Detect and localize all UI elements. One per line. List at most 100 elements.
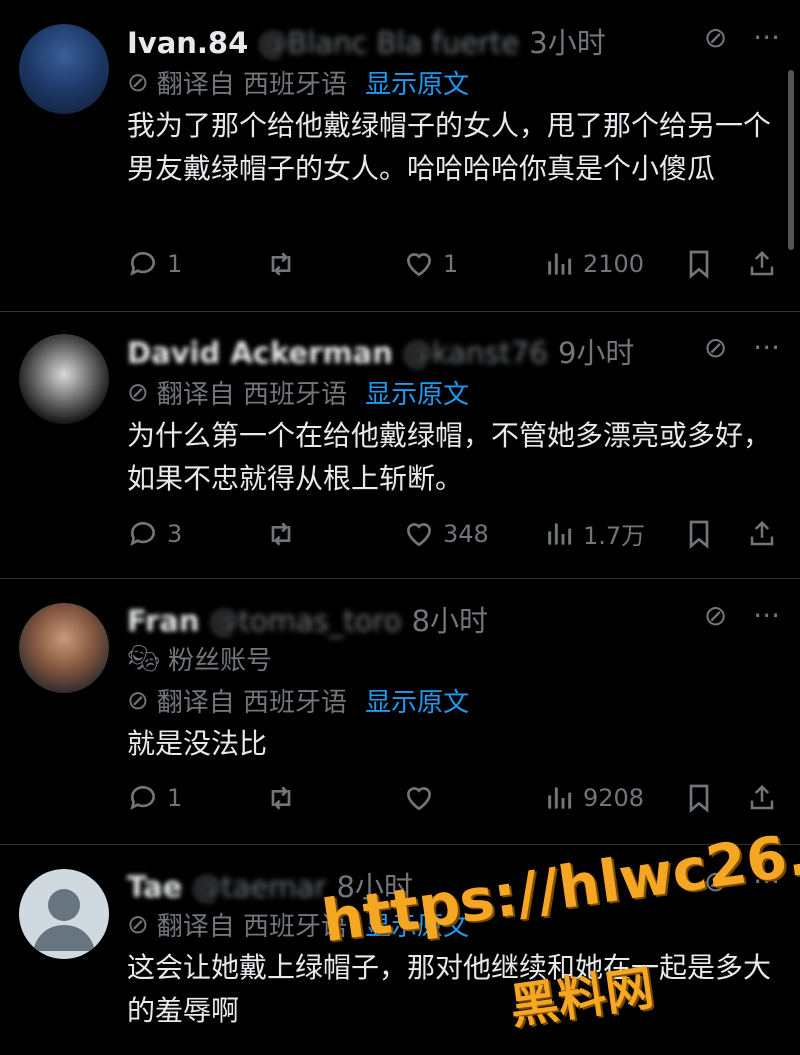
mask-icon: 🎭︎ bbox=[127, 643, 161, 674]
show-original-link[interactable]: 显示原文 bbox=[365, 374, 469, 411]
view-count: 2100 bbox=[583, 250, 645, 278]
retweet-button[interactable] bbox=[265, 248, 403, 280]
fan-account-badge: 🎭︎ 粉丝账号 bbox=[127, 640, 272, 677]
fan-account-label: 粉丝账号 bbox=[168, 646, 273, 676]
post-top-icons: ⊘ ··· bbox=[704, 24, 780, 52]
action-bar: 1 1 2100 bbox=[127, 248, 777, 280]
share-icon bbox=[750, 250, 774, 276]
avatar[interactable] bbox=[19, 334, 109, 424]
retweet-icon bbox=[271, 521, 291, 546]
like-count: 1 bbox=[443, 250, 459, 278]
heart-icon bbox=[406, 522, 432, 546]
post-header: David Ackerman @kanst76 9小时 bbox=[127, 330, 634, 372]
retweet-button[interactable] bbox=[265, 782, 403, 814]
reply-count: 3 bbox=[167, 519, 183, 548]
watermark-url: https://hlwc26.com bbox=[318, 801, 800, 956]
views-button[interactable]: 2100 bbox=[543, 248, 683, 280]
share-icon bbox=[750, 784, 774, 810]
retweet-button[interactable] bbox=[265, 518, 403, 550]
translation-note: ⊘ 翻译自 西班牙语 显示原文 bbox=[127, 682, 469, 719]
bookmark-icon bbox=[689, 784, 709, 813]
author-handle: @kanst76 bbox=[403, 336, 548, 370]
more-dots-icon[interactable]: ··· bbox=[753, 24, 780, 52]
translated-label: 翻译自 西班牙语 bbox=[156, 70, 348, 100]
bookmark-button[interactable] bbox=[683, 518, 747, 550]
post-top-icons: ⊘ ··· bbox=[704, 334, 780, 362]
timestamp[interactable]: 8小时 bbox=[412, 604, 488, 638]
slashed-circle-icon[interactable]: ⊘ bbox=[704, 334, 727, 362]
share-button[interactable] bbox=[747, 518, 777, 550]
avatar[interactable] bbox=[19, 603, 109, 693]
translated-label: 翻译自 西班牙语 bbox=[156, 912, 348, 942]
views-icon bbox=[548, 522, 572, 545]
post-header: Fran @tomas_toro 8小时 bbox=[127, 598, 488, 640]
divider bbox=[0, 311, 800, 312]
heart-icon bbox=[406, 787, 432, 811]
timestamp[interactable]: 9小时 bbox=[558, 336, 634, 370]
slashed-circle-icon[interactable]: ⊘ bbox=[704, 24, 727, 52]
translate-icon: ⊘ bbox=[127, 67, 149, 98]
share-button[interactable] bbox=[747, 248, 777, 280]
default-avatar[interactable] bbox=[19, 869, 109, 959]
view-count: 1.7万 bbox=[583, 522, 646, 550]
post-text: 这会让她戴上绿帽子，那对他继续和她在一起是多大的羞辱啊 bbox=[127, 951, 772, 1027]
reply-icon bbox=[130, 785, 155, 810]
author-name[interactable]: Ivan.84 bbox=[127, 26, 248, 60]
translate-icon: ⊘ bbox=[127, 377, 149, 408]
author-name[interactable]: Fran bbox=[127, 604, 199, 638]
more-dots-icon[interactable]: ··· bbox=[753, 334, 780, 362]
reply-count: 1 bbox=[167, 784, 183, 812]
divider bbox=[0, 578, 800, 579]
post-text: 我为了那个给他戴绿帽子的女人，甩了那个给另一个男友戴绿帽子的女人。哈哈哈哈你真是… bbox=[127, 109, 772, 185]
views-button[interactable]: 9208 bbox=[543, 782, 683, 814]
share-button[interactable] bbox=[747, 782, 777, 814]
like-button[interactable]: 1 bbox=[403, 248, 543, 280]
like-button[interactable]: 348 bbox=[403, 518, 543, 550]
author-name[interactable]: David Ackerman bbox=[127, 336, 393, 370]
author-handle: @Blanc Bla fuerte bbox=[258, 26, 520, 60]
translation-note: ⊘ 翻译自 西班牙语 显示原文 bbox=[127, 374, 469, 411]
like-button[interactable] bbox=[403, 782, 543, 814]
reply-button[interactable]: 1 bbox=[127, 782, 265, 814]
views-icon bbox=[548, 253, 572, 275]
author-handle: @tomas_toro bbox=[209, 604, 402, 638]
person-silhouette-icon bbox=[33, 889, 95, 951]
bookmark-button[interactable] bbox=[683, 782, 747, 814]
bookmark-icon bbox=[689, 250, 709, 279]
action-bar: 1 9208 bbox=[127, 782, 777, 814]
bookmark-button[interactable] bbox=[683, 248, 747, 280]
more-dots-icon[interactable]: ··· bbox=[753, 602, 780, 630]
reply-icon bbox=[130, 521, 155, 546]
heart-icon bbox=[406, 253, 432, 277]
translated-label: 翻译自 西班牙语 bbox=[156, 380, 348, 410]
author-name[interactable]: Tae bbox=[127, 870, 182, 904]
retweet-icon bbox=[271, 252, 291, 276]
reply-button[interactable]: 1 bbox=[127, 248, 265, 280]
author-handle: @taemar bbox=[192, 870, 327, 904]
action-bar: 3 348 1.7万 bbox=[127, 516, 777, 551]
translate-icon: ⊘ bbox=[127, 909, 149, 940]
views-icon bbox=[548, 787, 572, 809]
like-count: 348 bbox=[443, 519, 489, 548]
show-original-link[interactable]: 显示原文 bbox=[365, 682, 469, 719]
post-header: Ivan.84 @Blanc Bla fuerte 3小时 bbox=[127, 20, 606, 62]
translation-note: ⊘ 翻译自 西班牙语 显示原文 bbox=[127, 64, 469, 101]
avatar[interactable] bbox=[19, 24, 109, 114]
slashed-circle-icon[interactable]: ⊘ bbox=[704, 602, 727, 630]
translate-icon: ⊘ bbox=[127, 685, 149, 716]
retweet-icon bbox=[271, 786, 291, 810]
views-button[interactable]: 1.7万 bbox=[543, 516, 683, 551]
show-original-link[interactable]: 显示原文 bbox=[365, 64, 469, 101]
post-text: 为什么第一个在给他戴绿帽，不管她多漂亮或多好，如果不忠就得从根上斩断。 bbox=[127, 419, 772, 495]
scrollbar[interactable] bbox=[788, 70, 794, 250]
view-count: 9208 bbox=[583, 784, 645, 812]
reply-button[interactable]: 3 bbox=[127, 518, 265, 550]
post-top-icons: ⊘ ··· bbox=[704, 602, 780, 630]
reply-icon bbox=[130, 251, 155, 276]
reply-count: 1 bbox=[167, 250, 183, 278]
share-icon bbox=[750, 520, 774, 545]
post-text: 就是没法比 bbox=[127, 727, 268, 760]
bookmark-icon bbox=[689, 520, 709, 549]
translated-label: 翻译自 西班牙语 bbox=[156, 688, 348, 718]
timestamp[interactable]: 3小时 bbox=[529, 26, 605, 60]
